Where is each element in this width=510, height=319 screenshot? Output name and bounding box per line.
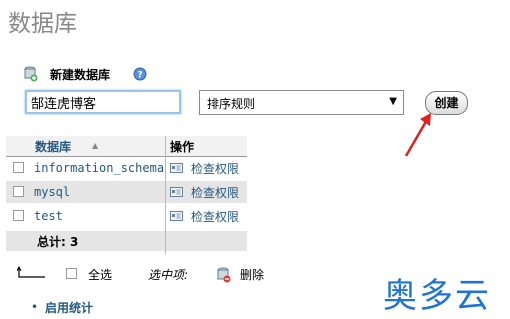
- collation-select-value: 排序规则: [207, 97, 256, 111]
- table-row: information_schema 检查权限: [6, 157, 247, 179]
- check-privileges-link[interactable]: 检查权限: [191, 160, 239, 177]
- privileges-icon[interactable]: [170, 211, 183, 221]
- drop-database-icon[interactable]: [217, 267, 231, 283]
- database-name-link[interactable]: mysql: [34, 185, 70, 199]
- row-checkbox[interactable]: [13, 162, 24, 173]
- page-title: 数据库: [8, 11, 77, 37]
- column-header-action: 操作: [170, 140, 195, 154]
- drop-button[interactable]: 删除: [240, 266, 264, 283]
- new-database-label: 新建数据库: [50, 68, 111, 82]
- check-all-checkbox[interactable]: [66, 268, 77, 279]
- enable-statistics-link[interactable]: 启用统计: [45, 299, 93, 316]
- row-checkbox[interactable]: [13, 210, 24, 221]
- privileges-icon[interactable]: [170, 163, 183, 173]
- total-count: 总计: 3: [37, 235, 79, 249]
- privileges-icon[interactable]: [170, 187, 183, 197]
- select-arrow-icon: [17, 266, 45, 278]
- with-selected-label: 选中项:: [148, 268, 189, 282]
- database-name-input[interactable]: [25, 90, 181, 114]
- table-row: test 检查权限: [6, 205, 247, 227]
- new-database-icon: [24, 66, 38, 82]
- column-divider: [165, 136, 166, 254]
- table-row: mysql 检查权限: [6, 181, 247, 203]
- help-icon[interactable]: ?: [133, 67, 147, 81]
- column-header-database[interactable]: 数据库: [35, 138, 71, 155]
- annotation-arrow-icon: [404, 113, 431, 157]
- collation-select[interactable]: 排序规则 ▼: [199, 90, 404, 115]
- database-name-link[interactable]: information_schema: [34, 161, 164, 175]
- row-checkbox[interactable]: [13, 186, 24, 197]
- database-name-link[interactable]: test: [34, 209, 63, 223]
- bullet-icon: •: [31, 300, 39, 314]
- dropdown-arrow-icon: ▼: [389, 96, 397, 107]
- table-total-row: 总计: 3: [6, 231, 247, 251]
- sort-asc-icon[interactable]: ▲: [92, 141, 98, 150]
- check-all-label[interactable]: 全选: [88, 266, 112, 283]
- watermark-logo: 奥多云: [383, 276, 491, 316]
- check-privileges-link[interactable]: 检查权限: [191, 208, 239, 225]
- table-header: 数据库 ▲ 操作: [6, 136, 247, 157]
- check-privileges-link[interactable]: 检查权限: [191, 184, 239, 201]
- svg-text:?: ?: [137, 71, 142, 81]
